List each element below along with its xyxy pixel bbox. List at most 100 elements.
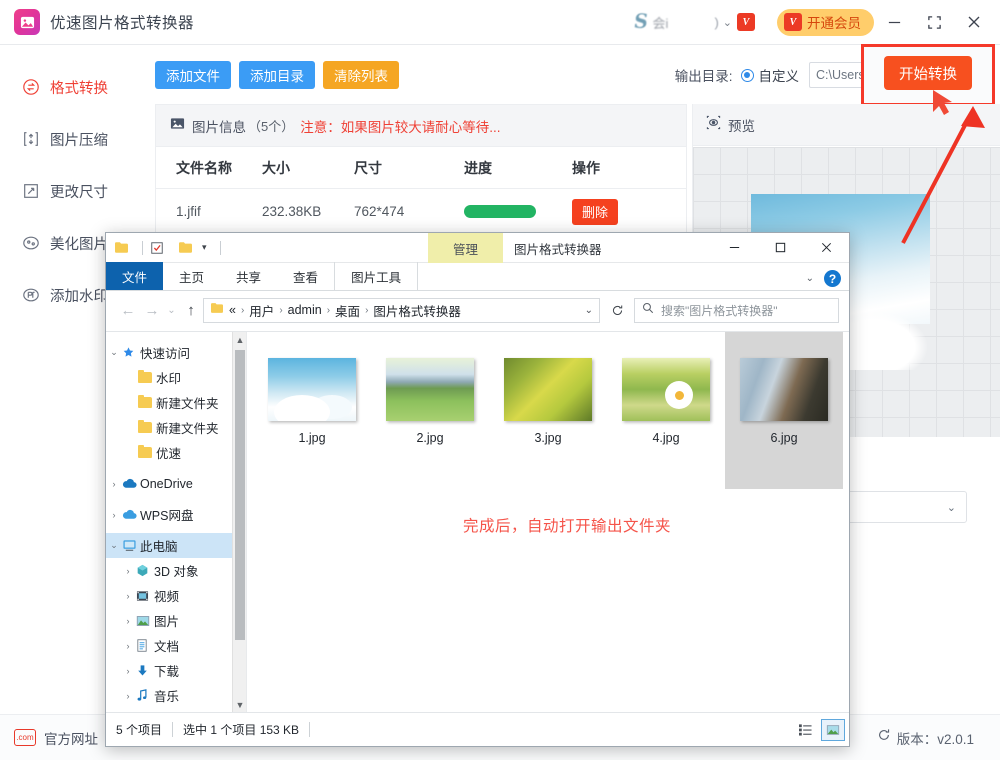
folder-icon[interactable] bbox=[114, 241, 129, 254]
close-button[interactable] bbox=[954, 0, 994, 45]
app-titlebar: 优速图片格式转换器 S 会i ) ⌄ V V 开通会员 bbox=[0, 0, 1000, 45]
breadcrumb-desktop[interactable]: 桌面 bbox=[335, 301, 360, 320]
tree-item-onedrive[interactable]: › OneDrive bbox=[106, 471, 246, 496]
chevron-collapsed-icon[interactable]: › bbox=[120, 566, 136, 576]
sidebar-item-compress[interactable]: 图片压缩 bbox=[0, 124, 155, 154]
chevron-expanded-icon[interactable]: ⌄ bbox=[106, 347, 122, 358]
chevron-down-icon[interactable]: ⌄ bbox=[723, 16, 732, 29]
chevron-down-icon[interactable]: ⌄ bbox=[806, 273, 814, 284]
official-site-link[interactable]: 官方网址 bbox=[44, 728, 98, 748]
scrollbar-thumb[interactable] bbox=[235, 350, 245, 640]
table-row[interactable]: 1.jfif 232.38KB 762*474 删除 bbox=[156, 189, 686, 235]
ime-indicator[interactable]: S 会i bbox=[634, 11, 669, 33]
explorer-context-tab[interactable]: 管理 bbox=[428, 233, 503, 263]
image-info-title: 图片信息 bbox=[192, 116, 246, 136]
tree-item-3d-objects[interactable]: › 3D 对象 bbox=[106, 558, 246, 583]
tree-item-pictures[interactable]: › 图片 bbox=[106, 608, 246, 633]
up-arrow-icon[interactable]: ↑ bbox=[179, 298, 203, 322]
clear-list-button[interactable]: 清除列表 bbox=[323, 61, 399, 89]
tree-item-new-folder-1[interactable]: 新建文件夹 bbox=[106, 390, 246, 415]
explorer-minimize-button[interactable] bbox=[711, 233, 757, 263]
minimize-button[interactable] bbox=[874, 0, 914, 45]
explorer-tab-picture-tools[interactable]: 图片工具 bbox=[334, 262, 418, 290]
list-item[interactable]: 2.jpg bbox=[371, 348, 489, 489]
chevron-collapsed-icon[interactable]: › bbox=[120, 641, 136, 651]
tree-item-label: OneDrive bbox=[140, 477, 193, 491]
explorer-body: ⌄ 快速访问 水印 新建文件夹 bbox=[106, 331, 849, 712]
breadcrumb-users[interactable]: 用户 bbox=[249, 301, 274, 320]
status-item-count: 5 个项目 bbox=[116, 721, 162, 738]
tree-item-documents[interactable]: › 文档 bbox=[106, 633, 246, 658]
search-input[interactable]: 搜索"图片格式转换器" bbox=[634, 298, 839, 323]
tree-item-this-pc[interactable]: ⌄ 此电脑 bbox=[106, 533, 246, 558]
chevron-collapsed-icon[interactable]: › bbox=[120, 666, 136, 676]
tree-item-downloads[interactable]: › 下载 bbox=[106, 658, 246, 683]
list-item[interactable]: 1.jpg bbox=[253, 348, 371, 489]
add-folder-button[interactable]: 添加目录 bbox=[239, 61, 315, 89]
column-header-filename: 文件名称 bbox=[156, 158, 262, 178]
refresh-icon[interactable] bbox=[605, 298, 629, 323]
explorer-titlebar: ▾ 管理 图片格式转换器 bbox=[106, 233, 849, 263]
explorer-tab-view[interactable]: 查看 bbox=[277, 262, 334, 290]
tree-item-label: 新建文件夹 bbox=[156, 418, 219, 437]
recent-locations-icon[interactable]: ⌄ bbox=[164, 298, 179, 322]
breadcrumb-admin[interactable]: admin bbox=[288, 303, 322, 317]
list-item[interactable]: 4.jpg bbox=[607, 348, 725, 489]
chevron-down-icon: ⌄ bbox=[947, 501, 956, 514]
chevron-down-icon[interactable]: ⌄ bbox=[577, 305, 593, 316]
list-item-selected[interactable]: 6.jpg bbox=[725, 332, 843, 489]
add-file-button[interactable]: 添加文件 bbox=[155, 61, 231, 89]
app-title: 优速图片格式转换器 bbox=[50, 11, 194, 33]
tree-item-videos[interactable]: › 视频 bbox=[106, 583, 246, 608]
output-custom-radio[interactable]: 自定义 bbox=[741, 65, 800, 85]
tree-item-yousu[interactable]: 优速 bbox=[106, 440, 246, 465]
open-vip-button[interactable]: V 开通会员 bbox=[777, 9, 874, 36]
breadcrumb[interactable]: « › 用户 › admin › 桌面 › 图片格式转换器 ⌄ bbox=[203, 298, 600, 323]
ime-label: 会i bbox=[653, 13, 669, 32]
explorer-close-button[interactable] bbox=[803, 233, 849, 263]
refresh-icon[interactable] bbox=[877, 728, 891, 747]
tree-item-new-folder-2[interactable]: 新建文件夹 bbox=[106, 415, 246, 440]
output-dir-label: 输出目录: bbox=[675, 65, 733, 85]
chevron-expanded-icon[interactable]: ⌄ bbox=[106, 540, 122, 551]
details-view-icon[interactable] bbox=[793, 719, 817, 741]
sidebar-item-resize[interactable]: 更改尺寸 bbox=[0, 176, 155, 206]
column-header-size: 大小 bbox=[262, 158, 354, 178]
explorer-maximize-button[interactable] bbox=[757, 233, 803, 263]
explorer-tab-home[interactable]: 主页 bbox=[163, 262, 220, 290]
tree-item-quick-access[interactable]: ⌄ 快速访问 bbox=[106, 340, 246, 365]
tree-scrollbar[interactable]: ▲ ▼ bbox=[232, 332, 246, 713]
start-convert-button[interactable]: 开始转换 bbox=[884, 56, 972, 90]
breadcrumb-root[interactable]: « bbox=[229, 303, 236, 317]
chevron-collapsed-icon[interactable]: › bbox=[106, 479, 122, 489]
application-window: 优速图片格式转换器 S 会i ) ⌄ V V 开通会员 bbox=[0, 0, 1000, 760]
properties-icon[interactable] bbox=[150, 241, 164, 255]
forward-arrow-icon[interactable]: → bbox=[140, 298, 164, 322]
sidebar-item-format-convert[interactable]: 格式转换 bbox=[0, 72, 155, 102]
chevron-collapsed-icon[interactable]: › bbox=[120, 691, 136, 701]
explorer-tab-share[interactable]: 共享 bbox=[220, 262, 277, 290]
help-button[interactable]: ? bbox=[824, 270, 841, 287]
chevron-collapsed-icon[interactable]: › bbox=[106, 510, 122, 520]
explorer-tab-file[interactable]: 文件 bbox=[106, 262, 163, 290]
column-header-progress: 进度 bbox=[464, 158, 572, 178]
tree-item-watermark[interactable]: 水印 bbox=[106, 365, 246, 390]
ime-extra-label: ) bbox=[714, 15, 718, 30]
scroll-up-icon[interactable]: ▲ bbox=[233, 332, 246, 348]
tree-item-music[interactable]: › 音乐 bbox=[106, 683, 246, 708]
list-item[interactable]: 3.jpg bbox=[489, 348, 607, 489]
delete-row-button[interactable]: 删除 bbox=[572, 199, 618, 225]
chevron-collapsed-icon[interactable]: › bbox=[120, 616, 136, 626]
scroll-down-icon[interactable]: ▼ bbox=[233, 697, 246, 713]
new-folder-icon[interactable] bbox=[178, 241, 193, 254]
back-arrow-icon[interactable]: ← bbox=[116, 298, 140, 322]
dropdown-icon[interactable]: ▾ bbox=[202, 242, 207, 253]
folder-icon bbox=[210, 301, 224, 319]
breadcrumb-current[interactable]: 图片格式转换器 bbox=[373, 301, 461, 320]
file-name: 2.jpg bbox=[416, 431, 443, 445]
document-icon bbox=[136, 639, 154, 652]
maximize-button[interactable] bbox=[914, 0, 954, 45]
chevron-collapsed-icon[interactable]: › bbox=[120, 591, 136, 601]
thumbnail-view-icon[interactable] bbox=[821, 719, 845, 741]
tree-item-wps-cloud[interactable]: › WPS网盘 bbox=[106, 502, 246, 527]
